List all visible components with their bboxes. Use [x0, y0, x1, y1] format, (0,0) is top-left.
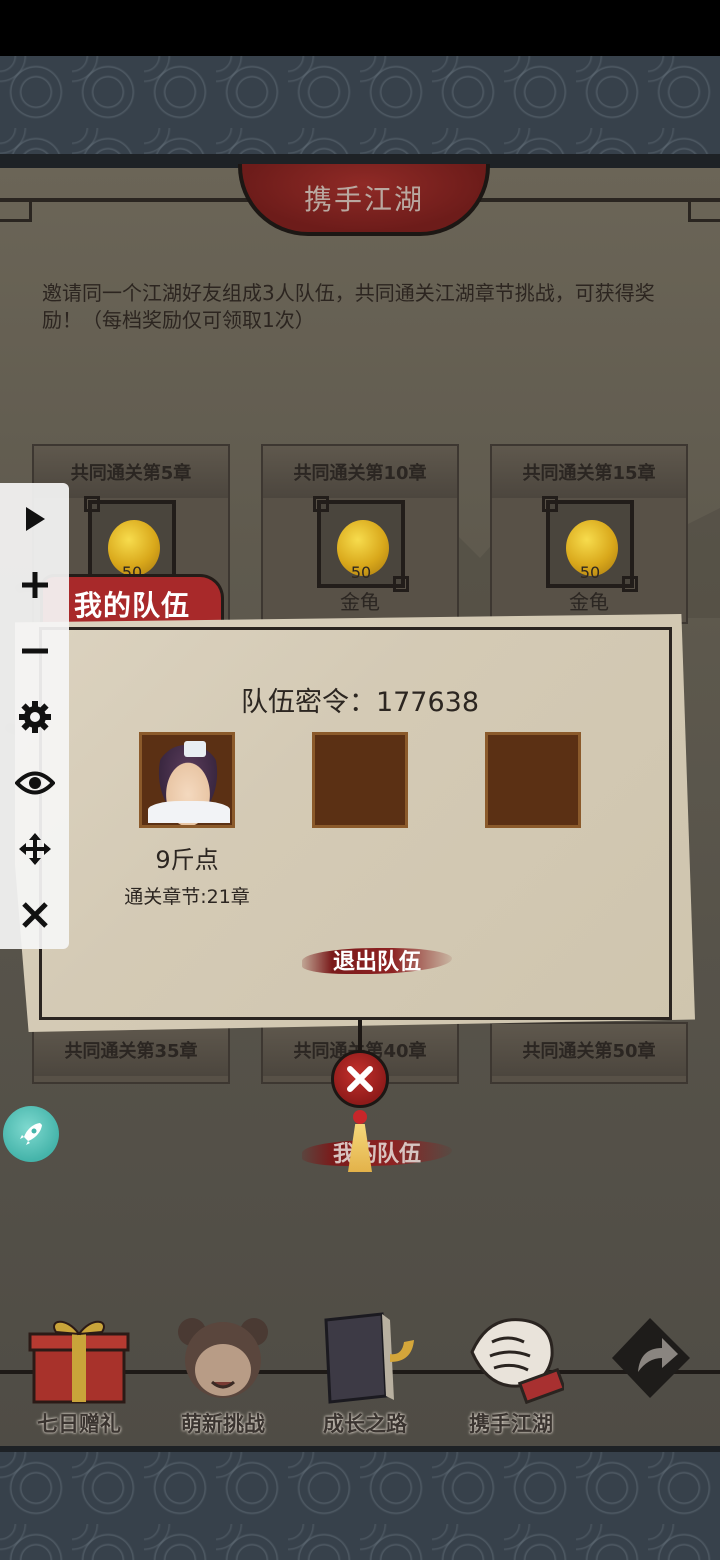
- page-title: 携手江湖: [303, 183, 424, 216]
- reward-header: 共同通关第35章: [34, 1024, 228, 1076]
- team-tab-label: 我的队伍: [73, 588, 190, 622]
- rocket-icon[interactable]: [3, 1106, 59, 1162]
- girl-avatar-icon: [178, 1318, 268, 1398]
- member-slot-1[interactable]: [139, 732, 235, 828]
- book-icon: [324, 1312, 414, 1404]
- corner-ornament-left: [0, 200, 32, 222]
- corner-ornament-right: [688, 200, 720, 222]
- share-arrow-icon: [612, 1318, 690, 1398]
- reward-name: 金龟: [569, 590, 609, 614]
- close-x-icon: [347, 1066, 373, 1092]
- reward-card-50[interactable]: 共同通关第50章: [490, 1022, 688, 1084]
- member-slot-3[interactable]: [485, 732, 581, 828]
- leave-team-button[interactable]: 退出队伍: [302, 938, 452, 982]
- reward-count: 50: [350, 563, 372, 582]
- tassel-bead: [353, 1110, 367, 1124]
- settings-icon[interactable]: [0, 689, 69, 745]
- reward-count: 50: [579, 563, 601, 582]
- member-chapter: 通关章节:21章: [124, 886, 250, 908]
- close-modal-button[interactable]: [331, 1050, 389, 1108]
- nav-item-join-hands[interactable]: 携手江湖: [448, 1312, 574, 1442]
- nav-item-growth-path[interactable]: 成长之路: [302, 1312, 428, 1442]
- zoom-out-icon[interactable]: [0, 623, 69, 679]
- reward-header: 共同通关第15章: [492, 446, 686, 498]
- side-toolbar: [0, 483, 69, 949]
- my-team-label: 我的队伍: [332, 1142, 421, 1167]
- leave-team-label: 退出队伍: [332, 950, 421, 975]
- reward-name: 金龟: [340, 590, 380, 614]
- zoom-in-icon[interactable]: [0, 557, 69, 613]
- cloud-pattern-bottom: [0, 1452, 720, 1560]
- eye-icon[interactable]: [0, 755, 69, 811]
- reward-card-10[interactable]: 共同通关第10章 50 金龟: [261, 444, 459, 624]
- member-slot-2[interactable]: [312, 732, 408, 828]
- nav-label: 成长之路: [323, 1412, 407, 1436]
- my-team-button[interactable]: 我的队伍: [302, 1130, 452, 1174]
- nav-label: 萌新挑战: [181, 1412, 265, 1436]
- team-code: 队伍密令：177638: [240, 687, 480, 718]
- intro-text: 邀请同一个江湖好友组成3人队伍，共同通关江湖章节挑战，可获得奖励！（每档奖励仅可…: [42, 281, 655, 332]
- gold-gourd-icon: 50: [313, 496, 409, 592]
- gift-box-icon: [28, 1320, 130, 1404]
- page-title-tab: 携手江湖: [238, 164, 490, 236]
- nav-item-share[interactable]: [594, 1312, 720, 1442]
- reward-header: 共同通关第10章: [263, 446, 457, 498]
- move-icon[interactable]: [0, 821, 69, 877]
- nav-item-seven-day-gift[interactable]: 七日赠礼: [16, 1312, 142, 1442]
- nav-label: 携手江湖: [469, 1412, 553, 1436]
- member-name: 9斤点: [155, 846, 219, 874]
- status-bar: [0, 0, 720, 56]
- handshake-icon: [470, 1318, 564, 1404]
- cloud-pattern-top: [0, 56, 720, 168]
- reward-card-15[interactable]: 共同通关第15章 50 金龟: [490, 444, 688, 624]
- rope: [358, 1020, 362, 1054]
- reward-header: 共同通关第50章: [492, 1024, 686, 1076]
- play-icon[interactable]: [0, 491, 69, 547]
- close-icon[interactable]: [0, 887, 69, 943]
- nav-label: 七日赠礼: [37, 1412, 121, 1436]
- gold-gourd-icon: 50: [542, 496, 638, 592]
- nav-item-newbie-challenge[interactable]: 萌新挑战: [160, 1312, 286, 1442]
